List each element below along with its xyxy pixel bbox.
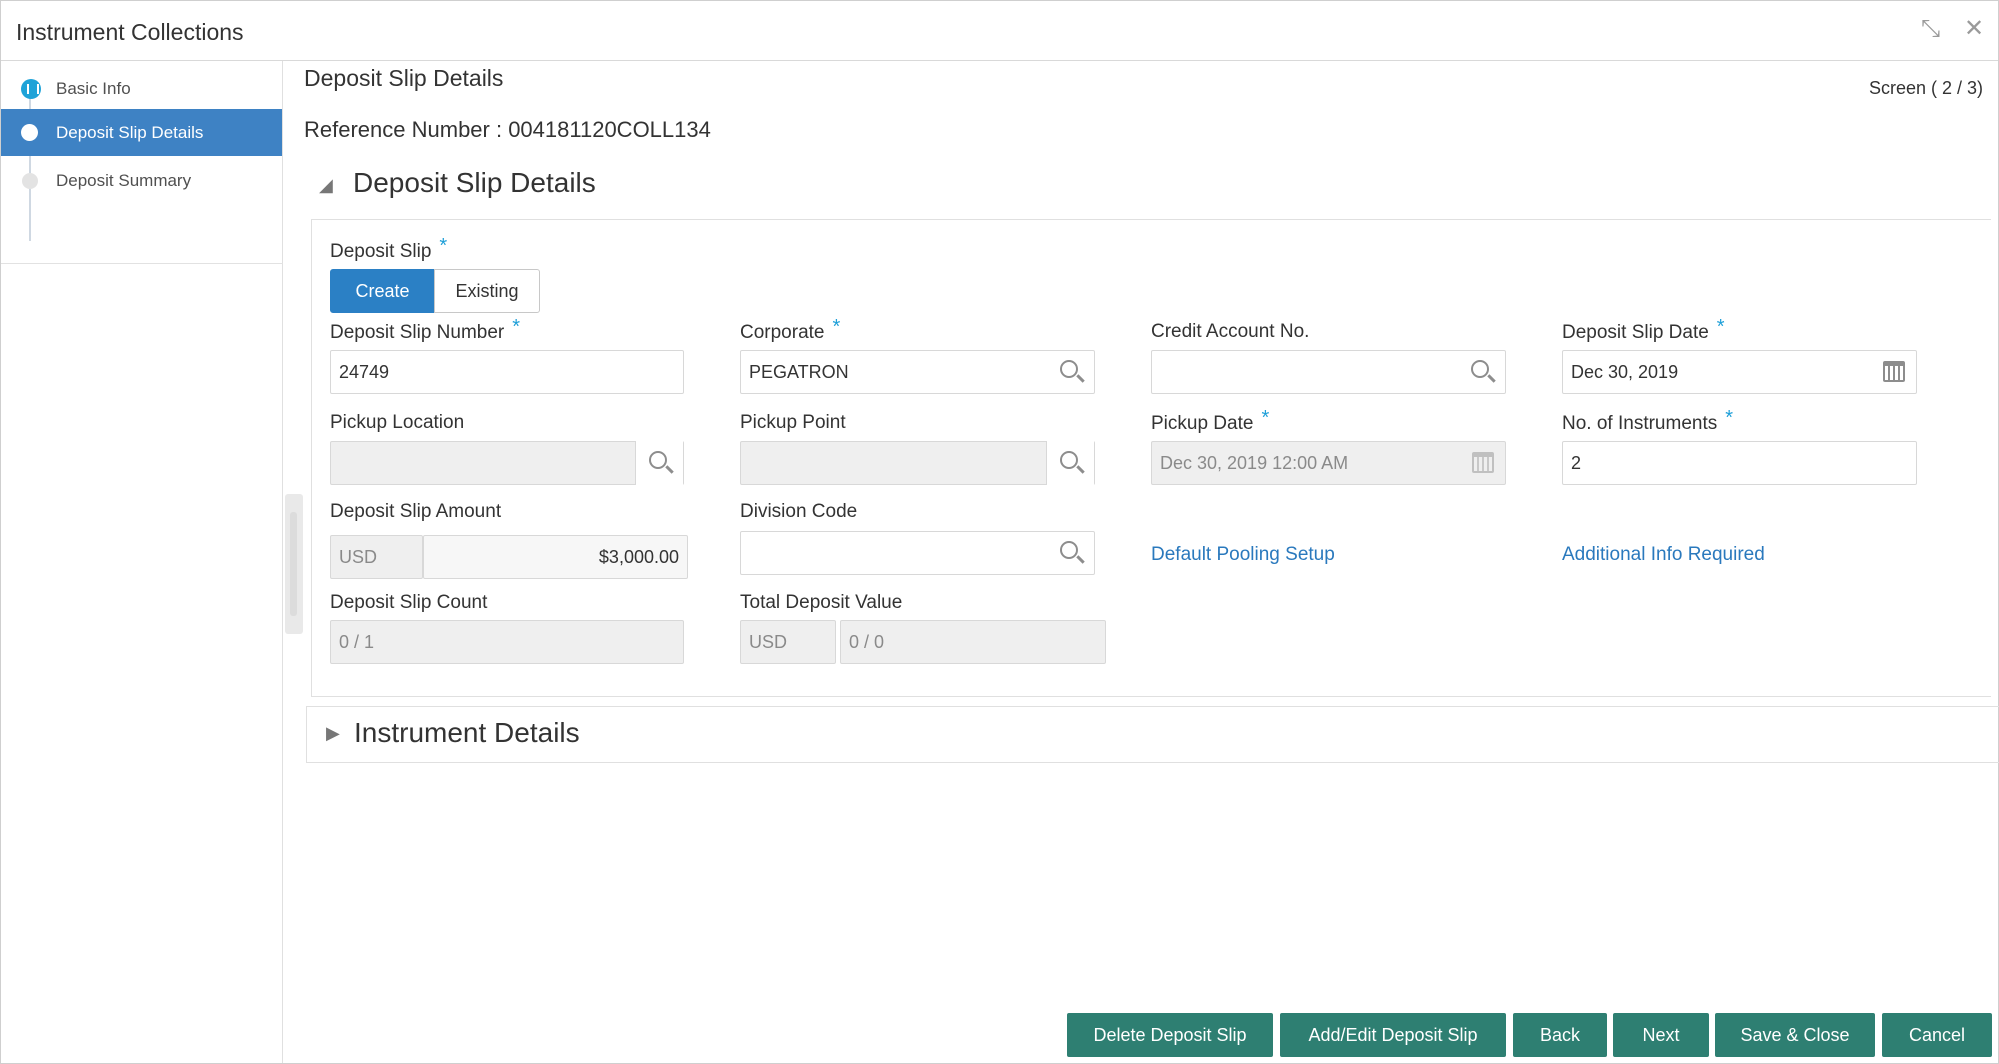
credit-account-no-input[interactable] bbox=[1151, 350, 1506, 394]
calendar-icon bbox=[1472, 452, 1494, 473]
section-header-instrument-details[interactable]: ▶ Instrument Details bbox=[326, 717, 580, 749]
total-deposit-value-input: 0 / 0 bbox=[840, 620, 1106, 664]
corporate-search-button[interactable] bbox=[1047, 350, 1095, 394]
division-code-input[interactable] bbox=[740, 531, 1095, 575]
back-button[interactable]: Back bbox=[1513, 1013, 1607, 1057]
next-button[interactable]: Next bbox=[1613, 1013, 1709, 1057]
pickup-point-input bbox=[740, 441, 1095, 485]
step-sidebar: Basic Info Deposit Slip Details Deposit … bbox=[1, 61, 283, 1063]
division-code-label: Division Code bbox=[740, 501, 858, 522]
pickup-location-label: Pickup Location bbox=[330, 412, 465, 433]
close-icon[interactable]: ✕ bbox=[1964, 17, 1984, 41]
sidebar-item-deposit-slip-details[interactable]: Deposit Slip Details bbox=[1, 109, 282, 156]
delete-deposit-slip-button[interactable]: Delete Deposit Slip bbox=[1067, 1013, 1273, 1057]
division-code-search-button[interactable] bbox=[1047, 531, 1095, 575]
minimize-icon[interactable]: ⤡ bbox=[1921, 17, 1940, 41]
credit-account-search-button[interactable] bbox=[1458, 350, 1506, 394]
sidebar-item-basic-info[interactable]: Basic Info bbox=[1, 65, 282, 112]
deposit-slip-label: Deposit Slip * bbox=[330, 235, 448, 262]
deposit-slip-number-input[interactable]: 24749 bbox=[330, 350, 684, 394]
section-header-deposit-slip-details[interactable]: ◢ Deposit Slip Details bbox=[319, 167, 596, 199]
sidebar-item-deposit-summary[interactable]: Deposit Summary bbox=[1, 157, 282, 204]
add-edit-deposit-slip-button[interactable]: Add/Edit Deposit Slip bbox=[1280, 1013, 1506, 1057]
pickup-date-label: Pickup Date * bbox=[1151, 407, 1270, 434]
search-icon bbox=[1060, 360, 1078, 378]
no-of-instruments-input[interactable]: 2 bbox=[1562, 441, 1917, 485]
pickup-date-input: Dec 30, 2019 12:00 AM bbox=[1151, 441, 1506, 485]
pickup-location-input bbox=[330, 441, 684, 485]
deposit-slip-number-label: Deposit Slip Number * bbox=[330, 316, 521, 343]
sidebar-item-label: Basic Info bbox=[56, 79, 131, 98]
pickup-point-search-button[interactable] bbox=[1046, 441, 1094, 485]
pickup-location-search-button[interactable] bbox=[635, 441, 683, 485]
search-icon bbox=[1060, 541, 1078, 559]
expand-triangle-icon: ▶ bbox=[326, 723, 340, 743]
step-current-icon bbox=[21, 124, 38, 141]
deposit-slip-amount-input[interactable]: $3,000.00 bbox=[423, 535, 688, 579]
page-title: Deposit Slip Details bbox=[304, 65, 504, 91]
sidebar-divider bbox=[1, 263, 283, 264]
cancel-button[interactable]: Cancel bbox=[1882, 1013, 1992, 1057]
default-pooling-setup-link[interactable]: Default Pooling Setup bbox=[1151, 544, 1335, 566]
section-title: Deposit Slip Details bbox=[353, 167, 596, 198]
save-close-button[interactable]: Save & Close bbox=[1715, 1013, 1875, 1057]
corporate-input[interactable]: PEGATRON bbox=[740, 350, 1095, 394]
calendar-icon bbox=[1883, 361, 1905, 382]
create-toggle-button[interactable]: Create bbox=[330, 269, 435, 313]
deposit-slip-amount-label: Deposit Slip Amount bbox=[330, 501, 502, 522]
corporate-label: Corporate * bbox=[740, 316, 841, 343]
deposit-slip-date-label: Deposit Slip Date * bbox=[1562, 316, 1725, 343]
window-header: Instrument Collections ⤡ ✕ bbox=[1, 1, 1998, 61]
sidebar-item-label: Deposit Slip Details bbox=[56, 123, 204, 142]
sidebar-item-label: Deposit Summary bbox=[56, 171, 192, 190]
credit-account-no-label: Credit Account No. bbox=[1151, 321, 1310, 342]
deposit-slip-date-picker[interactable] bbox=[1869, 350, 1917, 394]
pickup-point-label: Pickup Point bbox=[740, 412, 846, 433]
additional-info-required-link[interactable]: Additional Info Required bbox=[1562, 544, 1765, 566]
deposit-slip-count-input: 0 / 1 bbox=[330, 620, 684, 664]
search-icon bbox=[1060, 451, 1078, 469]
reference-number: Reference Number : 004181120COLL134 bbox=[304, 117, 711, 142]
screen-indicator: Screen ( 2 / 3) bbox=[1869, 78, 1984, 98]
deposit-slip-date-input[interactable]: Dec 30, 2019 bbox=[1562, 350, 1917, 394]
no-of-instruments-label: No. of Instruments * bbox=[1562, 407, 1734, 434]
step-in-progress-icon bbox=[21, 79, 41, 99]
search-icon bbox=[1471, 360, 1489, 378]
step-pending-icon bbox=[22, 173, 38, 189]
deposit-slip-amount-currency: USD bbox=[330, 535, 423, 579]
collapse-triangle-icon: ◢ bbox=[319, 175, 333, 195]
deposit-slip-count-label: Deposit Slip Count bbox=[330, 592, 488, 613]
pickup-date-picker bbox=[1458, 441, 1506, 485]
instrument-collections-window: Instrument Collections ⤡ ✕ Basic Info De… bbox=[0, 0, 1999, 1064]
window-title: Instrument Collections bbox=[16, 19, 244, 45]
search-icon bbox=[649, 451, 667, 469]
existing-toggle-button[interactable]: Existing bbox=[434, 269, 540, 313]
total-deposit-value-label: Total Deposit Value bbox=[740, 592, 903, 613]
sidebar-resize-handle[interactable] bbox=[285, 494, 303, 634]
total-deposit-value-currency: USD bbox=[740, 620, 836, 664]
section-title: Instrument Details bbox=[354, 717, 580, 748]
